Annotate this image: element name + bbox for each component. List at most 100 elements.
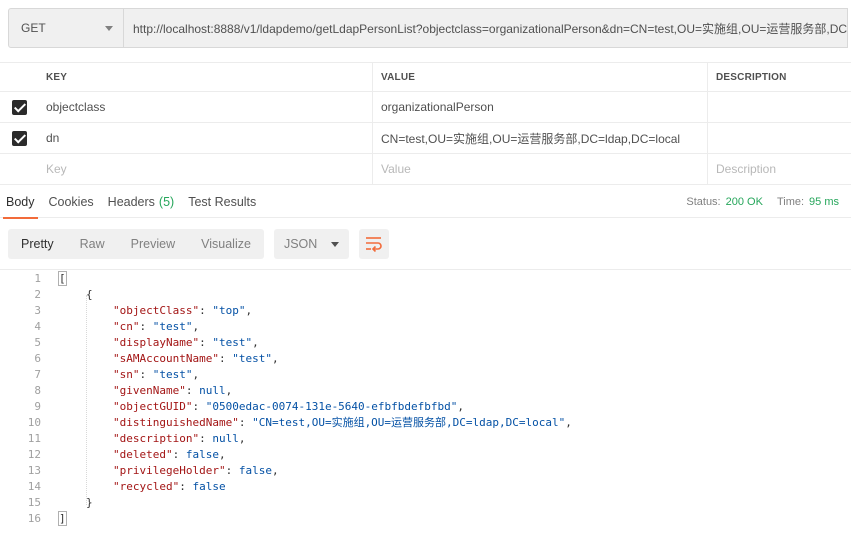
code-lines: 1[2{3 "objectClass": "top", 4 "cn": "test",… bbox=[0, 270, 851, 526]
tab-cookies[interactable]: Cookies bbox=[42, 186, 101, 218]
params-table: KEY VALUE DESCRIPTION objectclass organi… bbox=[0, 62, 851, 185]
chevron-down-icon bbox=[105, 25, 113, 31]
tab-headers-label: Headers bbox=[107, 194, 155, 209]
code-line: 12 "deleted": false, bbox=[0, 446, 851, 462]
json-comma: , bbox=[271, 463, 279, 477]
json-close-bracket: ] bbox=[58, 510, 67, 526]
json-key: "description" bbox=[113, 431, 200, 445]
response-body-viewer[interactable]: 1[2{3 "objectClass": "top", 4 "cn": "test",… bbox=[0, 269, 851, 535]
json-comma: , bbox=[245, 303, 253, 317]
code-line: 1[ bbox=[0, 270, 851, 286]
json-comma: , bbox=[192, 367, 200, 381]
line-number: 7 bbox=[34, 367, 41, 381]
code-line: 3 "objectClass": "top", bbox=[0, 302, 851, 318]
code-text: ] bbox=[58, 510, 67, 526]
wrap-lines-button[interactable] bbox=[358, 229, 389, 259]
params-header-row: KEY VALUE DESCRIPTION bbox=[0, 62, 851, 92]
json-value: "test" bbox=[152, 319, 193, 333]
code-line: 7 "sn": "test", bbox=[0, 366, 851, 382]
time-value[interactable]: 95 ms bbox=[809, 196, 839, 208]
param-row: dn CN=test,OU=实施组,OU=运营服务部,DC=ldap,DC=lo… bbox=[0, 123, 851, 154]
param-row: objectclass organizationalPerson bbox=[0, 92, 851, 123]
json-value: "CN=test,OU=实施组,OU=运营服务部,DC=ldap,DC=loca… bbox=[252, 416, 566, 429]
line-number: 13 bbox=[27, 463, 41, 477]
code-line: 5 "displayName": "test", bbox=[0, 334, 851, 350]
code-line: 16] bbox=[0, 510, 851, 526]
checkbox-checked-icon[interactable] bbox=[11, 130, 27, 146]
param-checkbox-cell bbox=[0, 123, 38, 153]
json-value: "0500edac-0074-131e-5640-efbfbdefbfbd" bbox=[205, 399, 458, 413]
line-number: 8 bbox=[34, 383, 41, 397]
response-meta: Status: 200 OK Time: 95 ms bbox=[686, 196, 851, 208]
headers-count: (5) bbox=[158, 194, 175, 209]
line-number: 4 bbox=[34, 319, 41, 333]
param-key-field[interactable]: dn bbox=[38, 123, 373, 153]
view-visualize-button[interactable]: Visualize bbox=[188, 229, 264, 259]
line-number: 15 bbox=[27, 495, 41, 509]
json-key: "sn" bbox=[113, 367, 140, 381]
code-text: "sn": "test", bbox=[113, 367, 200, 381]
param-description-field[interactable] bbox=[708, 92, 851, 122]
json-key: "recycled" bbox=[113, 479, 180, 493]
new-description-input[interactable]: Description bbox=[708, 154, 851, 184]
json-key: "sAMAccountName" bbox=[113, 351, 219, 365]
line-number: 2 bbox=[34, 287, 41, 301]
checkbox-checked-icon[interactable] bbox=[11, 99, 27, 115]
json-comma: , bbox=[271, 351, 279, 365]
code-text: "cn": "test", bbox=[113, 319, 200, 333]
tab-test-results[interactable]: Test Results bbox=[181, 186, 263, 218]
json-comma: , bbox=[225, 383, 233, 397]
line-number: 11 bbox=[27, 431, 41, 445]
code-text: { bbox=[59, 288, 93, 301]
line-number: 10 bbox=[27, 415, 41, 429]
param-key-field[interactable]: objectclass bbox=[38, 92, 373, 122]
new-key-input[interactable]: Key bbox=[38, 154, 373, 184]
view-pretty-button[interactable]: Pretty bbox=[8, 229, 67, 259]
view-mode-group: Pretty Raw Preview Visualize bbox=[8, 229, 264, 259]
code-text: "recycled": false bbox=[113, 479, 226, 493]
format-select[interactable]: JSON bbox=[273, 229, 349, 259]
line-number: 3 bbox=[34, 303, 41, 317]
param-checkbox-cell bbox=[0, 154, 38, 184]
json-value: "test" bbox=[152, 367, 193, 381]
param-new-row: Key Value Description bbox=[0, 154, 851, 185]
param-value-field[interactable]: organizationalPerson bbox=[373, 92, 708, 122]
code-line: 15} bbox=[0, 494, 851, 510]
code-text: "deleted": false, bbox=[113, 447, 226, 461]
json-value: false bbox=[238, 463, 272, 477]
tab-body[interactable]: Body bbox=[0, 186, 42, 219]
response-tabs: Body Cookies Headers (5) Test Results Sta… bbox=[0, 186, 851, 219]
json-key: "privilegeHolder" bbox=[113, 463, 226, 477]
json-comma: , bbox=[457, 399, 465, 413]
time-label: Time: bbox=[776, 195, 805, 208]
line-number: 6 bbox=[34, 351, 41, 365]
status-value[interactable]: 200 OK bbox=[726, 196, 763, 208]
json-comma: , bbox=[565, 416, 572, 429]
code-line: 2{ bbox=[0, 286, 851, 302]
json-value: false bbox=[185, 447, 219, 461]
code-line: 9 "objectGUID": "0500edac-0074-131e-5640-… bbox=[0, 398, 851, 414]
json-key: "givenName" bbox=[113, 383, 186, 397]
json-key: "cn" bbox=[113, 319, 140, 333]
tab-headers[interactable]: Headers (5) bbox=[101, 186, 182, 218]
json-value: "top" bbox=[212, 303, 246, 317]
view-raw-button[interactable]: Raw bbox=[67, 229, 118, 259]
code-line: 13 "privilegeHolder": false, bbox=[0, 462, 851, 478]
code-text: "distinguishedName": "CN=test,OU=实施组,OU=… bbox=[113, 416, 572, 429]
code-text: "givenName": null, bbox=[113, 383, 233, 397]
code-text: "displayName": "test", bbox=[113, 335, 259, 349]
param-value-field[interactable]: CN=test,OU=实施组,OU=运营服务部,DC=ldap,DC=local bbox=[373, 123, 708, 153]
json-value: "test" bbox=[232, 351, 272, 365]
header-key: KEY bbox=[38, 63, 373, 91]
json-key: "displayName" bbox=[113, 335, 200, 349]
url-input[interactable]: http://localhost:8888/v1/ldapdemo/getLda… bbox=[124, 8, 848, 48]
method-select[interactable]: GET bbox=[8, 8, 124, 48]
json-value: null bbox=[199, 383, 226, 397]
new-value-input[interactable]: Value bbox=[373, 154, 708, 184]
line-number: 1 bbox=[34, 271, 41, 285]
param-description-field[interactable] bbox=[708, 123, 851, 153]
view-preview-button[interactable]: Preview bbox=[118, 229, 188, 259]
json-key: "deleted" bbox=[113, 447, 173, 461]
json-key: "objectClass" bbox=[113, 303, 200, 317]
code-line: 11 "description": null, bbox=[0, 430, 851, 446]
